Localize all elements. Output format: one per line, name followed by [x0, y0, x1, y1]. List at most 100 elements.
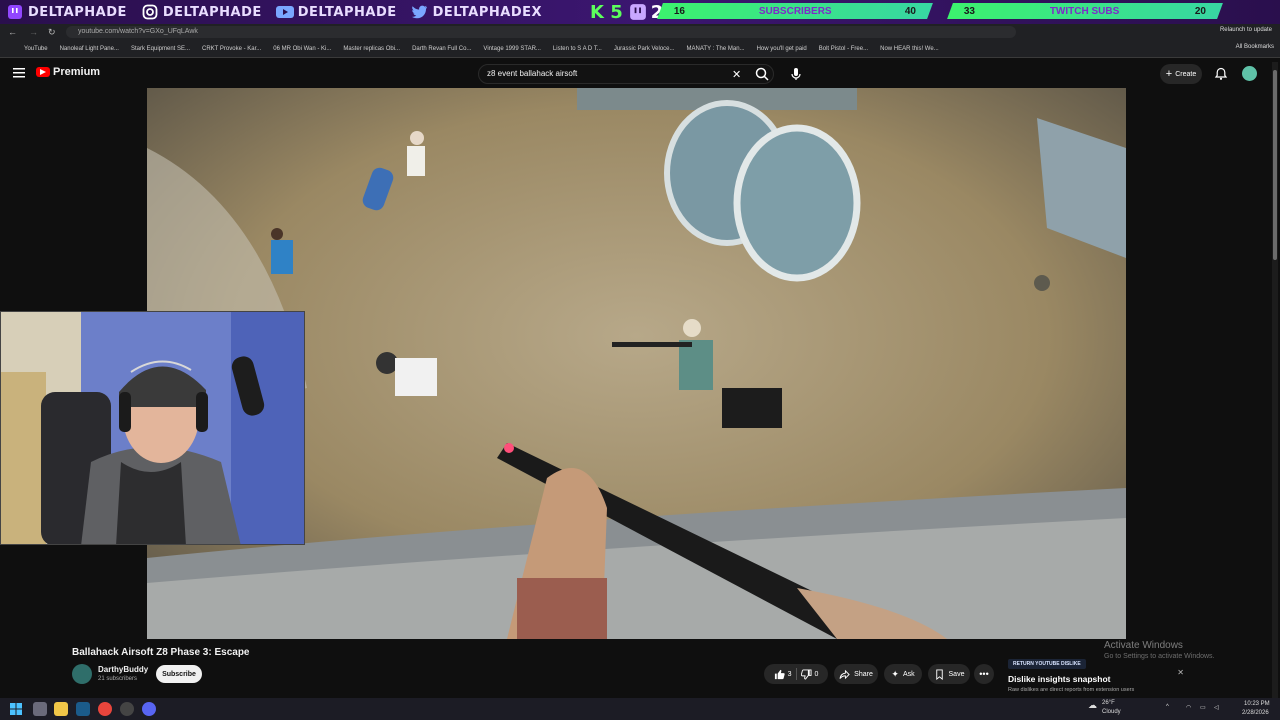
- steam-icon[interactable]: [76, 702, 90, 716]
- stream-overlay-banner: DELTAPHADE DELTAPHADE DELTAPHADE DELTAPH…: [0, 0, 1280, 24]
- bookmark-item[interactable]: Nanoleaf Light Pane...: [60, 46, 119, 52]
- channel-name[interactable]: DarthyBuddy: [98, 665, 148, 674]
- clear-search-icon[interactable]: ✕: [732, 68, 741, 81]
- weather-desc: Cloudy: [1102, 709, 1121, 715]
- notifications-bell-icon[interactable]: [1214, 67, 1228, 81]
- insights-body: Raw dislikes are direct reports from ext…: [1008, 687, 1135, 693]
- social-name: DELTAPHADE: [28, 4, 127, 20]
- search-icon[interactable]: [754, 66, 770, 82]
- twitter-icon: [411, 3, 429, 21]
- partner-badge: 2: [629, 2, 663, 23]
- account-avatar[interactable]: [1242, 66, 1257, 81]
- like-count: 3: [787, 670, 792, 678]
- subs-goal-target: 40: [904, 5, 916, 17]
- bookmark-item[interactable]: CRKT Provoke - Kar...: [202, 46, 261, 52]
- chrome-icon[interactable]: [98, 702, 112, 716]
- weather-icon[interactable]: ☁: [1088, 700, 1097, 711]
- social-name: DELTAPHADE: [162, 4, 262, 20]
- twitch-icon: [6, 3, 24, 21]
- bookmark-item[interactable]: Now HEAR this! We...: [880, 46, 939, 52]
- bookmark-item[interactable]: How you'll get paid: [757, 46, 807, 52]
- youtube-play-icon: [36, 67, 50, 77]
- save-playlist-icon: [935, 668, 943, 680]
- activate-windows-subtext: Go to Settings to activate Windows.: [1104, 653, 1215, 660]
- insights-heading: Dislike insights snapshot: [1008, 674, 1111, 684]
- create-label: Create: [1175, 70, 1197, 78]
- dislike-button[interactable]: 0: [800, 668, 819, 680]
- page-scrollbar[interactable]: [1272, 62, 1278, 698]
- social-twitter: DELTAPHADEX: [411, 3, 542, 21]
- bookmark-item[interactable]: Darth Revan Full Co...: [412, 46, 471, 52]
- windows-start-icon[interactable]: [9, 702, 23, 716]
- like-divider: [795, 668, 797, 680]
- twitch-goal-label: TWITCH SUBS: [1050, 5, 1120, 17]
- share-icon: [839, 669, 850, 679]
- share-button[interactable]: Share: [834, 664, 878, 684]
- obs-icon[interactable]: [120, 702, 134, 716]
- bookmark-item[interactable]: Listen to S A D T...: [553, 46, 602, 52]
- webcam-image: [1, 312, 304, 544]
- bookmark-item[interactable]: YouTube: [24, 46, 48, 52]
- back-icon[interactable]: ←: [8, 27, 17, 37]
- bookmarks-bar: YouTube Nanoleaf Light Pane... Stark Equip…: [0, 40, 1280, 58]
- share-label: Share: [854, 670, 873, 678]
- bookmark-item[interactable]: MANATY : The Man...: [687, 46, 745, 52]
- close-panel-icon[interactable]: ✕: [1177, 668, 1184, 677]
- microphone-icon[interactable]: [788, 66, 804, 82]
- thumbs-up-icon: [774, 669, 785, 679]
- clock-date[interactable]: 2/28/2026: [1242, 710, 1269, 716]
- search-input[interactable]: z8 event ballahack airsoft: [478, 64, 774, 84]
- bookmark-item[interactable]: Jurassic Park Veloce...: [614, 46, 675, 52]
- forward-icon[interactable]: →: [29, 27, 38, 37]
- twitch-goal-current: 33: [964, 5, 976, 17]
- video-title: Ballahack Airsoft Z8 Phase 3: Escape: [72, 647, 250, 658]
- subs-goal-label: SUBSCRIBERS: [758, 5, 832, 17]
- social-twitch: DELTAPHADE: [6, 3, 127, 21]
- windows-taskbar: ☁ 26°F Cloudy ^ ◠ ▭ ◁ 10:23 PM 2/28/2026: [0, 698, 1280, 720]
- hamburger-menu-icon[interactable]: [12, 66, 26, 80]
- twitch-subs-goal-bar: 33 TWITCH SUBS 20: [947, 3, 1223, 19]
- subscribers-goal-bar: 16 SUBSCRIBERS 40: [657, 3, 933, 19]
- battery-icon[interactable]: ▭: [1200, 704, 1206, 711]
- dislike-insights-panel: RETURN YOUTUBE DISLIKE ✕ Dislike insight…: [1004, 656, 1190, 698]
- social-name: DELTAPHADEX: [432, 4, 543, 20]
- subscribe-button[interactable]: Subscribe: [156, 665, 202, 683]
- task-view-icon[interactable]: [33, 702, 47, 716]
- relaunch-update-button[interactable]: Relaunch to update: [1220, 27, 1272, 33]
- bookmark-item[interactable]: Vintage 1999 STAR...: [483, 46, 540, 52]
- scrollbar-thumb[interactable]: [1273, 70, 1277, 260]
- volume-icon[interactable]: ◁: [1214, 704, 1219, 711]
- wifi-icon[interactable]: ◠: [1186, 704, 1191, 711]
- file-explorer-icon[interactable]: [54, 702, 68, 716]
- save-button[interactable]: Save: [928, 664, 970, 684]
- bookmark-item[interactable]: 06 MR Obi Wan - Ki...: [273, 46, 331, 52]
- channel-avatar[interactable]: [72, 664, 92, 684]
- all-bookmarks-button[interactable]: All Bookmarks: [1236, 44, 1274, 50]
- ask-label: Ask: [902, 670, 915, 678]
- social-name: DELTAPHADE: [297, 4, 397, 20]
- bookmark-item[interactable]: Master replicas Obi...: [343, 46, 400, 52]
- discord-icon[interactable]: [142, 702, 156, 716]
- bookmark-item[interactable]: Bolt Pistol - Free...: [819, 46, 868, 52]
- plus-icon: +: [1165, 68, 1173, 80]
- youtube-icon: [275, 3, 294, 21]
- like-button[interactable]: 3: [774, 669, 792, 680]
- k5-logo: K 5: [590, 1, 623, 23]
- youtube-premium-logo[interactable]: Premium: [36, 66, 100, 78]
- more-actions-button[interactable]: •••: [974, 664, 994, 684]
- more-horizontal-icon: •••: [979, 669, 989, 679]
- twitch-icon: [629, 4, 646, 20]
- tray-chevron-icon[interactable]: ^: [1166, 704, 1169, 710]
- bookmark-item[interactable]: Stark Equipment SE...: [131, 46, 190, 52]
- instagram-icon: [141, 3, 159, 21]
- clock-time[interactable]: 10:23 PM: [1244, 701, 1270, 707]
- social-youtube: DELTAPHADE: [275, 3, 397, 21]
- reload-icon[interactable]: ↻: [48, 27, 56, 38]
- dislike-count: 0: [814, 670, 819, 678]
- save-label: Save: [948, 670, 965, 678]
- subs-goal-current: 16: [674, 5, 686, 17]
- create-button[interactable]: + Create: [1160, 64, 1202, 84]
- rdd-tag: RETURN YOUTUBE DISLIKE: [1008, 659, 1086, 669]
- address-bar[interactable]: youtube.com/watch?v=GXo_UFqLAwk: [66, 26, 1016, 38]
- ask-button[interactable]: ✦ Ask: [884, 664, 922, 684]
